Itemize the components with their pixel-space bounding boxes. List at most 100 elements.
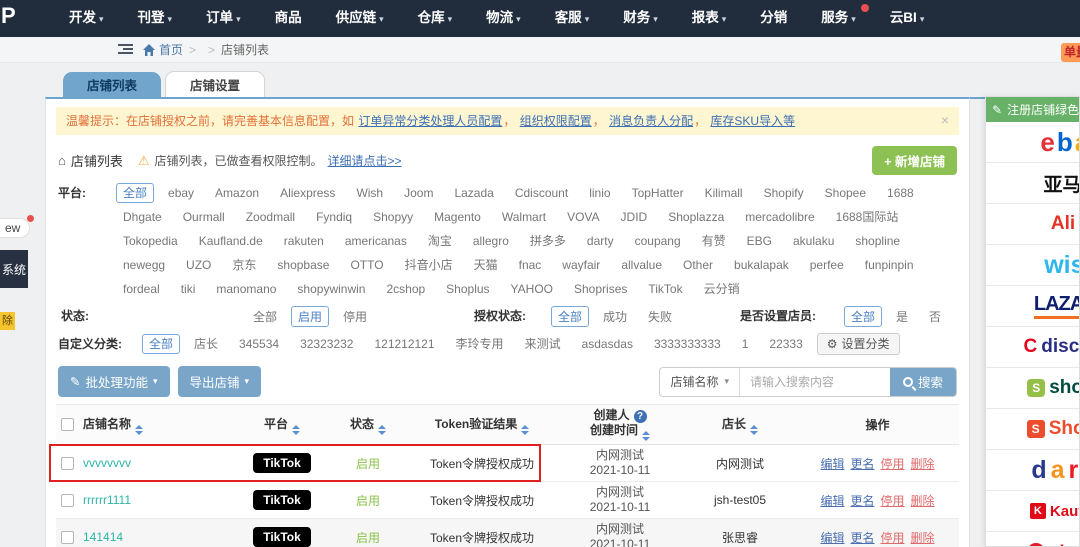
category-option[interactable]: 店长 — [187, 334, 225, 354]
platform-option[interactable]: bukalapak — [727, 255, 796, 275]
search-field-select[interactable]: 店铺名称 ▾ — [660, 368, 740, 396]
platform-option[interactable]: shopbase — [270, 255, 336, 275]
row-checkbox[interactable] — [61, 531, 74, 544]
platform-option[interactable]: Shopyy — [366, 207, 420, 227]
sort-icon[interactable] — [378, 425, 386, 435]
platform-option[interactable]: fordeal — [116, 279, 167, 299]
nav-item-刊登[interactable]: 刊登▾ — [121, 0, 190, 38]
col-manager[interactable]: 店长 — [684, 415, 796, 435]
clerk-option[interactable]: 是 — [889, 306, 915, 327]
platform-option[interactable]: coupang — [628, 231, 688, 251]
platform-option[interactable]: JDID — [614, 207, 655, 227]
category-option[interactable]: 22333 — [762, 334, 809, 354]
col-platform[interactable]: 平台 — [236, 415, 328, 435]
category-option[interactable]: 来测试 — [518, 334, 568, 354]
platform-option[interactable]: TopHatter — [625, 183, 691, 203]
help-icon[interactable]: ? — [634, 410, 647, 423]
action-停用[interactable]: 停用 — [881, 531, 905, 545]
platform-option[interactable]: Ourmall — [176, 207, 232, 227]
tab-store-settings[interactable]: 店铺设置 — [165, 71, 265, 97]
action-更名[interactable]: 更名 — [850, 457, 874, 471]
platform-option[interactable]: Shopee — [818, 183, 873, 203]
register-platform-aliexpress[interactable]: Ali — [986, 204, 1079, 245]
sort-icon[interactable] — [642, 431, 650, 441]
store-name-link[interactable]: 141414 — [83, 530, 123, 544]
nav-item-订单[interactable]: 订单▾ — [189, 0, 258, 38]
platform-option[interactable]: darty — [580, 231, 621, 251]
export-stores-button[interactable]: 导出店铺 ▾ — [178, 366, 262, 397]
select-all-checkbox[interactable] — [61, 418, 74, 431]
platform-option[interactable]: Walmart — [495, 207, 553, 227]
platform-option[interactable]: 全部 — [116, 183, 154, 203]
action-更名[interactable]: 更名 — [850, 531, 874, 545]
platform-option[interactable]: tiki — [174, 279, 203, 299]
auth-option[interactable]: 失败 — [641, 306, 679, 327]
platform-option[interactable]: UZO — [179, 255, 218, 275]
platform-option[interactable]: 1688 — [880, 183, 921, 203]
platform-option[interactable]: allvalue — [614, 255, 669, 275]
nav-item-云BI[interactable]: 云BI▾ — [873, 0, 942, 38]
platform-option[interactable]: wayfair — [555, 255, 607, 275]
tip-link[interactable]: 消息负责人分配 — [609, 114, 693, 128]
platform-option[interactable]: Amazon — [208, 183, 266, 203]
platform-option[interactable]: 京东 — [225, 255, 263, 275]
auth-option[interactable]: 全部 — [551, 306, 589, 327]
register-platform-cdiscount[interactable]: Cdiscount — [986, 327, 1079, 368]
action-更名[interactable]: 更名 — [850, 494, 874, 508]
platform-option[interactable]: Tokopedia — [116, 231, 185, 251]
manage-categories-button[interactable]: ⚙设置分类 — [817, 333, 900, 355]
detail-link[interactable]: 详细请点击>> — [328, 152, 402, 169]
store-name-link[interactable]: vvvvvvvv — [83, 456, 131, 470]
platform-option[interactable]: Shoplus — [439, 279, 496, 299]
action-停用[interactable]: 停用 — [881, 494, 905, 508]
sort-icon[interactable] — [750, 425, 758, 435]
platform-option[interactable]: Joom — [397, 183, 440, 203]
platform-option[interactable]: TikTok — [641, 279, 689, 299]
platform-option[interactable]: newegg — [116, 255, 172, 275]
tab-store-list[interactable]: 店铺列表 — [63, 72, 161, 97]
platform-option[interactable]: Cdiscount — [508, 183, 575, 203]
batch-actions-button[interactable]: ✎ 批处理功能 ▾ — [58, 366, 170, 397]
platform-option[interactable]: Zoodmall — [239, 207, 302, 227]
platform-option[interactable]: fnac — [512, 255, 549, 275]
platform-option[interactable]: Magento — [427, 207, 488, 227]
category-option[interactable]: 全部 — [142, 334, 180, 354]
nav-item-开发[interactable]: 开发▾ — [52, 0, 121, 38]
platform-option[interactable]: Kilimall — [698, 183, 750, 203]
clerk-option[interactable]: 全部 — [844, 306, 882, 327]
breadcrumb-home[interactable]: 首页 — [159, 41, 183, 58]
category-option[interactable]: 121212121 — [367, 334, 441, 354]
action-删除[interactable]: 删除 — [911, 457, 935, 471]
register-platform-shopee[interactable]: SShopee — [986, 409, 1079, 450]
nav-item-商品[interactable]: 商品 — [258, 0, 319, 38]
platform-option[interactable]: Wish — [349, 183, 390, 203]
platform-option[interactable]: Shopify — [757, 183, 811, 203]
nav-item-服务[interactable]: 服务▾ — [804, 0, 873, 38]
register-platform-ebay[interactable]: ebay — [986, 122, 1079, 163]
platform-option[interactable]: Shoprises — [567, 279, 634, 299]
platform-option[interactable]: Lazada — [447, 183, 500, 203]
category-option[interactable]: 32323232 — [293, 334, 360, 354]
platform-option[interactable]: VOVA — [560, 207, 606, 227]
nav-item-报表[interactable]: 报表▾ — [675, 0, 744, 38]
status-option[interactable]: 停用 — [336, 306, 374, 327]
platform-option[interactable]: allegro — [466, 231, 516, 251]
category-option[interactable]: 3333333333 — [647, 334, 728, 354]
col-creator-created[interactable]: 创建人? 创建时间 — [556, 408, 684, 441]
platform-option[interactable]: 淘宝 — [421, 231, 459, 251]
platform-option[interactable]: Aliexpress — [273, 183, 342, 203]
platform-option[interactable]: manomano — [209, 279, 283, 299]
nav-item-分销[interactable]: 分销 — [743, 0, 804, 38]
platform-option[interactable]: funpinpin — [858, 255, 921, 275]
platform-option[interactable]: shopywinwin — [290, 279, 372, 299]
category-option[interactable]: 345534 — [232, 334, 286, 354]
category-option[interactable]: asdasdas — [575, 334, 640, 354]
sort-icon[interactable] — [292, 425, 300, 435]
platform-option[interactable]: linio — [582, 183, 617, 203]
add-store-button[interactable]: + 新增店铺 — [872, 146, 957, 175]
sort-icon[interactable] — [135, 425, 143, 435]
register-platform-kaufland[interactable]: KKaufland — [986, 491, 1079, 532]
row-checkbox[interactable] — [61, 457, 74, 470]
collapse-menu-icon[interactable] — [118, 44, 133, 55]
action-删除[interactable]: 删除 — [911, 494, 935, 508]
